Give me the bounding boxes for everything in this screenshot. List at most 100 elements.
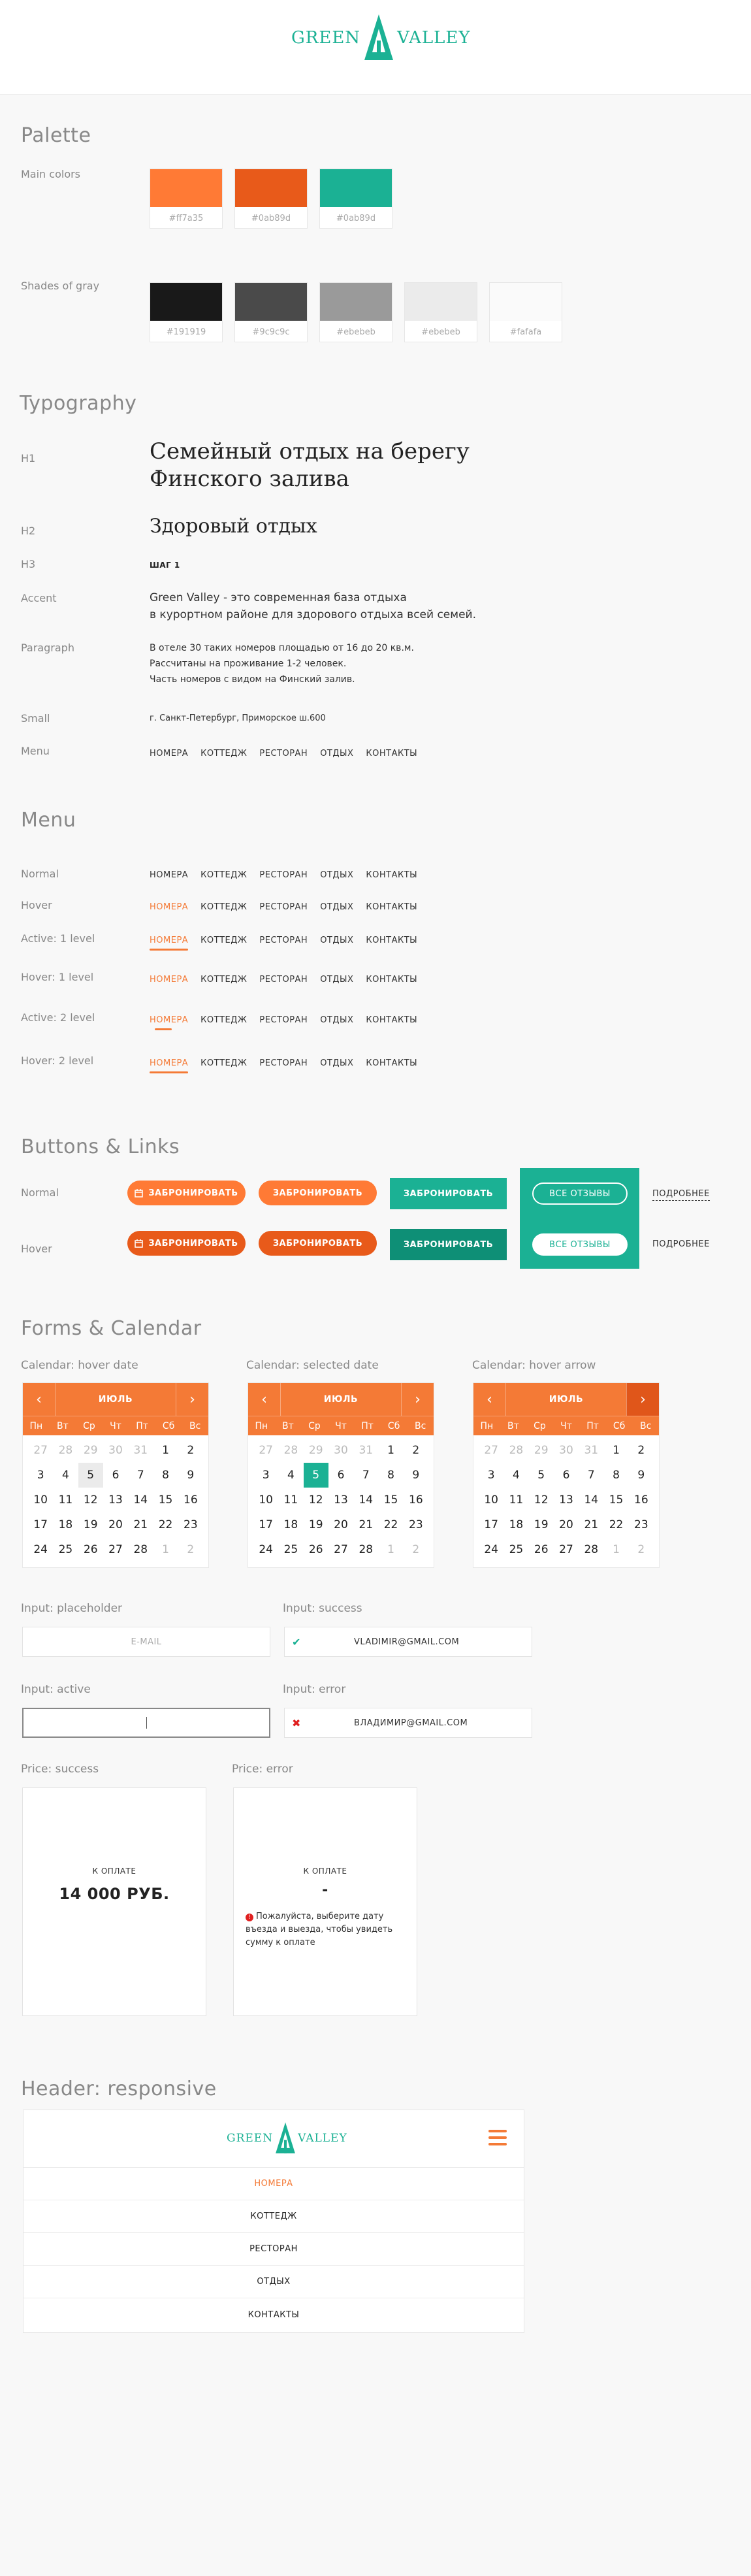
- calendar-day[interactable]: 24: [28, 1537, 53, 1562]
- calendar-day[interactable]: 27: [328, 1537, 353, 1562]
- calendar-day[interactable]: 29: [78, 1438, 103, 1463]
- calendar-day[interactable]: 23: [404, 1512, 428, 1537]
- calendar-day[interactable]: 21: [579, 1512, 603, 1537]
- menu-item-restaurant[interactable]: РЕСТОРАН: [259, 749, 308, 758]
- calendar-day[interactable]: 12: [304, 1488, 328, 1512]
- calendar-day[interactable]: 30: [103, 1438, 128, 1463]
- book-green-button-hover[interactable]: ЗАБРОНИРОВАТЬ: [390, 1229, 507, 1260]
- calendar-day[interactable]: 5: [529, 1463, 554, 1488]
- calendar-day[interactable]: 28: [503, 1438, 528, 1463]
- menu-item-rooms[interactable]: НОМЕРА: [150, 1058, 189, 1073]
- calendar-day[interactable]: 19: [529, 1512, 554, 1537]
- email-input-success[interactable]: ✔ VLADIMIR@GMAIL.COM: [284, 1627, 532, 1657]
- menu-item-rest[interactable]: ОТДЫХ: [320, 975, 353, 985]
- menu-item-cottage[interactable]: КОТТЕДЖ: [200, 975, 247, 985]
- menu-item-cottage[interactable]: КОТТЕДЖ: [200, 902, 247, 912]
- calendar-day[interactable]: 5: [303, 1463, 328, 1488]
- menu-item-rest[interactable]: ОТДЫХ: [320, 902, 353, 912]
- calendar-day[interactable]: 31: [353, 1438, 378, 1463]
- calendar-day[interactable]: 14: [128, 1488, 153, 1512]
- next-month-arrow-icon[interactable]: ›: [626, 1383, 659, 1416]
- menu-item-restaurant[interactable]: РЕСТОРАН: [259, 1015, 308, 1025]
- calendar-day[interactable]: 1: [603, 1438, 628, 1463]
- calendar-day[interactable]: 11: [278, 1488, 303, 1512]
- menu-item-rest[interactable]: ОТДЫХ: [320, 1058, 353, 1068]
- next-month-arrow-icon[interactable]: ›: [401, 1383, 434, 1416]
- calendar-day[interactable]: 21: [353, 1512, 378, 1537]
- prev-month-arrow-icon[interactable]: ‹: [473, 1383, 506, 1416]
- menu-item-cottage[interactable]: КОТТЕДЖ: [200, 1058, 247, 1068]
- calendar-day[interactable]: 20: [328, 1512, 353, 1537]
- calendar-day[interactable]: 11: [503, 1488, 528, 1512]
- calendar-day[interactable]: 6: [554, 1463, 579, 1488]
- menu-item-cottage[interactable]: КОТТЕДЖ: [200, 870, 247, 880]
- calendar-day[interactable]: 4: [278, 1463, 303, 1488]
- calendar-day[interactable]: 18: [503, 1512, 528, 1537]
- calendar-day[interactable]: 22: [153, 1512, 178, 1537]
- menu-item-rooms[interactable]: НОМЕРА: [150, 749, 188, 758]
- menu-item-contacts[interactable]: КОНТАКТЫ: [366, 870, 417, 880]
- next-month-arrow-icon[interactable]: ›: [176, 1383, 208, 1416]
- calendar-day[interactable]: 19: [78, 1512, 103, 1537]
- all-reviews-button-hover[interactable]: ВСЕ ОТЗЫВЫ: [532, 1233, 628, 1256]
- calendar-day[interactable]: 14: [353, 1488, 378, 1512]
- calendar-day[interactable]: 6: [328, 1463, 353, 1488]
- responsive-item-cottage[interactable]: КОТТЕДЖ: [24, 2200, 524, 2233]
- calendar-day[interactable]: 20: [103, 1512, 128, 1537]
- menu-item-rooms[interactable]: НОМЕРА: [150, 870, 188, 880]
- menu-item-rest[interactable]: ОТДЫХ: [320, 1015, 353, 1025]
- menu-item-restaurant[interactable]: РЕСТОРАН: [259, 902, 308, 912]
- calendar-day[interactable]: 4: [503, 1463, 528, 1488]
- calendar-day[interactable]: 21: [128, 1512, 153, 1537]
- calendar-day[interactable]: 24: [479, 1537, 503, 1562]
- calendar-day[interactable]: 15: [603, 1488, 628, 1512]
- menu-item-rooms[interactable]: НОМЕРА: [150, 936, 189, 951]
- menu-item-restaurant[interactable]: РЕСТОРАН: [259, 936, 308, 945]
- menu-item-rest[interactable]: ОТДЫХ: [320, 936, 353, 945]
- calendar-day[interactable]: 22: [378, 1512, 403, 1537]
- calendar-day[interactable]: 10: [253, 1488, 278, 1512]
- calendar-day[interactable]: 10: [28, 1488, 53, 1512]
- calendar-day[interactable]: 27: [253, 1438, 278, 1463]
- calendar-day[interactable]: 10: [479, 1488, 503, 1512]
- calendar-day[interactable]: 3: [28, 1463, 53, 1488]
- calendar-day[interactable]: 3: [253, 1463, 278, 1488]
- book-green-button[interactable]: ЗАБРОНИРОВАТЬ: [390, 1178, 507, 1209]
- calendar-day[interactable]: 31: [128, 1438, 153, 1463]
- calendar-day[interactable]: 1: [153, 1537, 178, 1562]
- calendar-day[interactable]: 17: [28, 1512, 53, 1537]
- menu-item-contacts[interactable]: КОНТАКТЫ: [366, 749, 417, 758]
- book-button[interactable]: ЗАБРОНИРОВАТЬ: [259, 1181, 377, 1205]
- calendar-day[interactable]: 4: [53, 1463, 78, 1488]
- calendar-day[interactable]: 1: [378, 1438, 403, 1463]
- all-reviews-button[interactable]: ВСЕ ОТЗЫВЫ: [532, 1182, 628, 1205]
- email-input-placeholder[interactable]: E-MAIL: [22, 1627, 270, 1657]
- calendar-day[interactable]: 2: [404, 1537, 428, 1562]
- calendar-day[interactable]: 15: [153, 1488, 178, 1512]
- calendar-day[interactable]: 30: [328, 1438, 353, 1463]
- brand-logo[interactable]: GREEN VALLEY: [227, 2122, 347, 2155]
- calendar-day[interactable]: 28: [353, 1537, 378, 1562]
- calendar-day[interactable]: 12: [529, 1488, 554, 1512]
- calendar-day[interactable]: 12: [78, 1488, 103, 1512]
- prev-month-arrow-icon[interactable]: ‹: [248, 1383, 281, 1416]
- menu-item-rooms[interactable]: НОМЕРА: [150, 1015, 188, 1030]
- menu-item-rest[interactable]: ОТДЫХ: [320, 870, 353, 880]
- calendar-day[interactable]: 2: [629, 1438, 654, 1463]
- calendar-day[interactable]: 17: [253, 1512, 278, 1537]
- book-button-hover[interactable]: ЗАБРОНИРОВАТЬ: [259, 1231, 377, 1256]
- calendar-day[interactable]: 11: [53, 1488, 78, 1512]
- calendar-day[interactable]: 3: [479, 1463, 503, 1488]
- calendar-day[interactable]: 27: [103, 1537, 128, 1562]
- calendar-day[interactable]: 9: [629, 1463, 654, 1488]
- calendar-day[interactable]: 8: [153, 1463, 178, 1488]
- responsive-item-rest[interactable]: ОТДЫХ: [24, 2266, 524, 2298]
- calendar-day[interactable]: 20: [554, 1512, 579, 1537]
- menu-item-contacts[interactable]: КОНТАКТЫ: [366, 975, 417, 985]
- calendar-day[interactable]: 2: [404, 1438, 428, 1463]
- calendar-day[interactable]: 18: [278, 1512, 303, 1537]
- menu-item-restaurant[interactable]: РЕСТОРАН: [259, 870, 308, 880]
- calendar-day[interactable]: 13: [328, 1488, 353, 1512]
- menu-item-restaurant[interactable]: РЕСТОРАН: [259, 1058, 308, 1068]
- calendar-day[interactable]: 27: [554, 1537, 579, 1562]
